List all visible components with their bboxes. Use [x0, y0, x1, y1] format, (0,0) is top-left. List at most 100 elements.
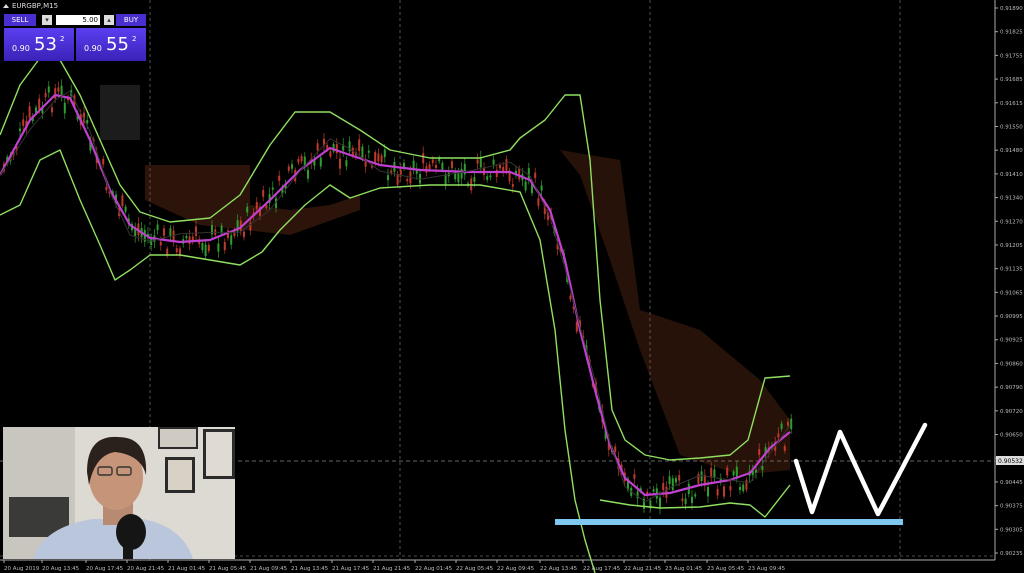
- candle-body: [44, 92, 47, 98]
- time-tick-label: 22 Aug 09:45: [497, 566, 535, 572]
- current-price-marker: 0.90532: [996, 456, 1024, 465]
- candle-body: [367, 150, 370, 153]
- candle-body: [422, 153, 425, 164]
- price-tick-label: 0.91480: [1000, 148, 1023, 154]
- webcam-overlay: [3, 427, 235, 559]
- price-tick-label: 0.90790: [1000, 385, 1023, 391]
- price-tick-label: 0.91825: [1000, 30, 1023, 36]
- price-tick-label: 0.90305: [1000, 527, 1023, 533]
- candle-body: [150, 239, 153, 246]
- buy-button[interactable]: BUY: [116, 14, 146, 26]
- sell-price-box[interactable]: 0.90 53 2: [4, 28, 74, 61]
- candle-body: [729, 485, 732, 491]
- price-tick-label: 0.91550: [1000, 124, 1023, 130]
- candle-body: [38, 98, 41, 110]
- candle-body: [390, 170, 393, 173]
- candle-body: [777, 433, 780, 438]
- candle-body: [633, 474, 636, 479]
- candle-body: [291, 164, 293, 169]
- candle-body: [380, 155, 383, 163]
- candle-body: [428, 164, 431, 170]
- triangle-icon: [3, 4, 9, 8]
- time-tick-label: 22 Aug 21:45: [624, 566, 662, 572]
- candle-body: [255, 202, 258, 210]
- candle-body: [671, 478, 674, 490]
- candle-body: [790, 418, 793, 430]
- time-tick-label: 22 Aug 05:45: [456, 566, 494, 572]
- time-tick-label: 20 Aug 21:45: [127, 566, 165, 572]
- candle-body: [60, 85, 63, 96]
- candle-body: [460, 168, 463, 179]
- candle-body: [473, 177, 476, 182]
- candle-body: [163, 228, 165, 236]
- candle-body: [723, 486, 725, 497]
- price-tick-label: 0.91685: [1000, 77, 1023, 83]
- price-tick-label: 0.91410: [1000, 172, 1023, 178]
- candle-body: [51, 107, 53, 113]
- candle-body: [399, 169, 402, 175]
- sell-button[interactable]: SELL: [4, 14, 36, 26]
- buy-price-big: 55: [106, 34, 129, 55]
- candle-body: [329, 151, 332, 157]
- sell-price-big: 53: [34, 34, 57, 55]
- candle-body: [175, 248, 178, 253]
- time-tick-label: 22 Aug 17:45: [583, 566, 621, 572]
- price-tick-label: 0.90860: [1000, 361, 1023, 367]
- candle-body: [675, 478, 677, 483]
- candle-body: [783, 446, 786, 451]
- lot-decrease-button[interactable]: ▾: [42, 15, 52, 25]
- candle-body: [499, 164, 501, 169]
- buy-price-prefix: 0.90: [84, 44, 102, 53]
- candle-body: [124, 206, 127, 212]
- candle-body: [319, 157, 322, 167]
- candle-body: [441, 162, 444, 170]
- chart-symbol-title: EURGBP,M15: [3, 2, 58, 10]
- candle-body: [726, 467, 729, 476]
- candle-body: [691, 496, 693, 504]
- time-tick-label: 21 Aug 21:45: [373, 566, 411, 572]
- candle-body: [201, 243, 204, 251]
- time-tick-label: 21 Aug 05:45: [209, 566, 247, 572]
- candle-body: [534, 172, 537, 179]
- candle-body: [204, 244, 207, 257]
- one-click-trading-panel: SELL ▾ 5.00 ▴ BUY 0.90 53 2 0.90 55 2: [4, 14, 146, 61]
- candle-body: [403, 162, 405, 168]
- buy-price-box[interactable]: 0.90 55 2: [76, 28, 146, 61]
- candle-body: [431, 159, 434, 164]
- candle-body: [505, 159, 508, 171]
- lot-size-input[interactable]: 5.00: [56, 15, 100, 25]
- price-tick-label: 0.90925: [1000, 338, 1023, 344]
- candle-body: [243, 231, 245, 238]
- candle-body: [156, 224, 159, 231]
- candle-body: [121, 195, 124, 207]
- candle-body: [662, 483, 665, 491]
- sell-price-sup: 2: [60, 35, 65, 43]
- candle-body: [223, 242, 226, 251]
- candle-body: [489, 175, 492, 178]
- candle-body: [307, 169, 309, 179]
- candle-body: [339, 158, 341, 169]
- candle-body: [297, 159, 300, 163]
- candle-body: [710, 467, 713, 478]
- symbol-text: EURGBP,M15: [12, 2, 59, 10]
- candle-body: [713, 469, 716, 478]
- candle-body: [444, 174, 447, 186]
- candle-body: [668, 476, 671, 485]
- candle-body: [527, 168, 530, 180]
- price-tick-label: 0.90995: [1000, 314, 1023, 320]
- candle-body: [28, 106, 31, 119]
- time-tick-label: 23 Aug 09:45: [748, 566, 786, 572]
- candle-body: [739, 486, 741, 491]
- candle-body: [537, 198, 540, 206]
- candle-body: [652, 489, 655, 492]
- sell-price-prefix: 0.90: [12, 44, 30, 53]
- presenter-video: [3, 427, 235, 559]
- candle-body: [361, 146, 364, 159]
- candle-body: [524, 181, 527, 191]
- price-tick-label: 0.91065: [1000, 290, 1023, 296]
- candle-body: [694, 494, 697, 497]
- buy-price-sup: 2: [132, 35, 137, 43]
- lot-increase-button[interactable]: ▴: [104, 15, 114, 25]
- candle-body: [207, 244, 210, 252]
- time-tick-label: 22 Aug 13:45: [540, 566, 578, 572]
